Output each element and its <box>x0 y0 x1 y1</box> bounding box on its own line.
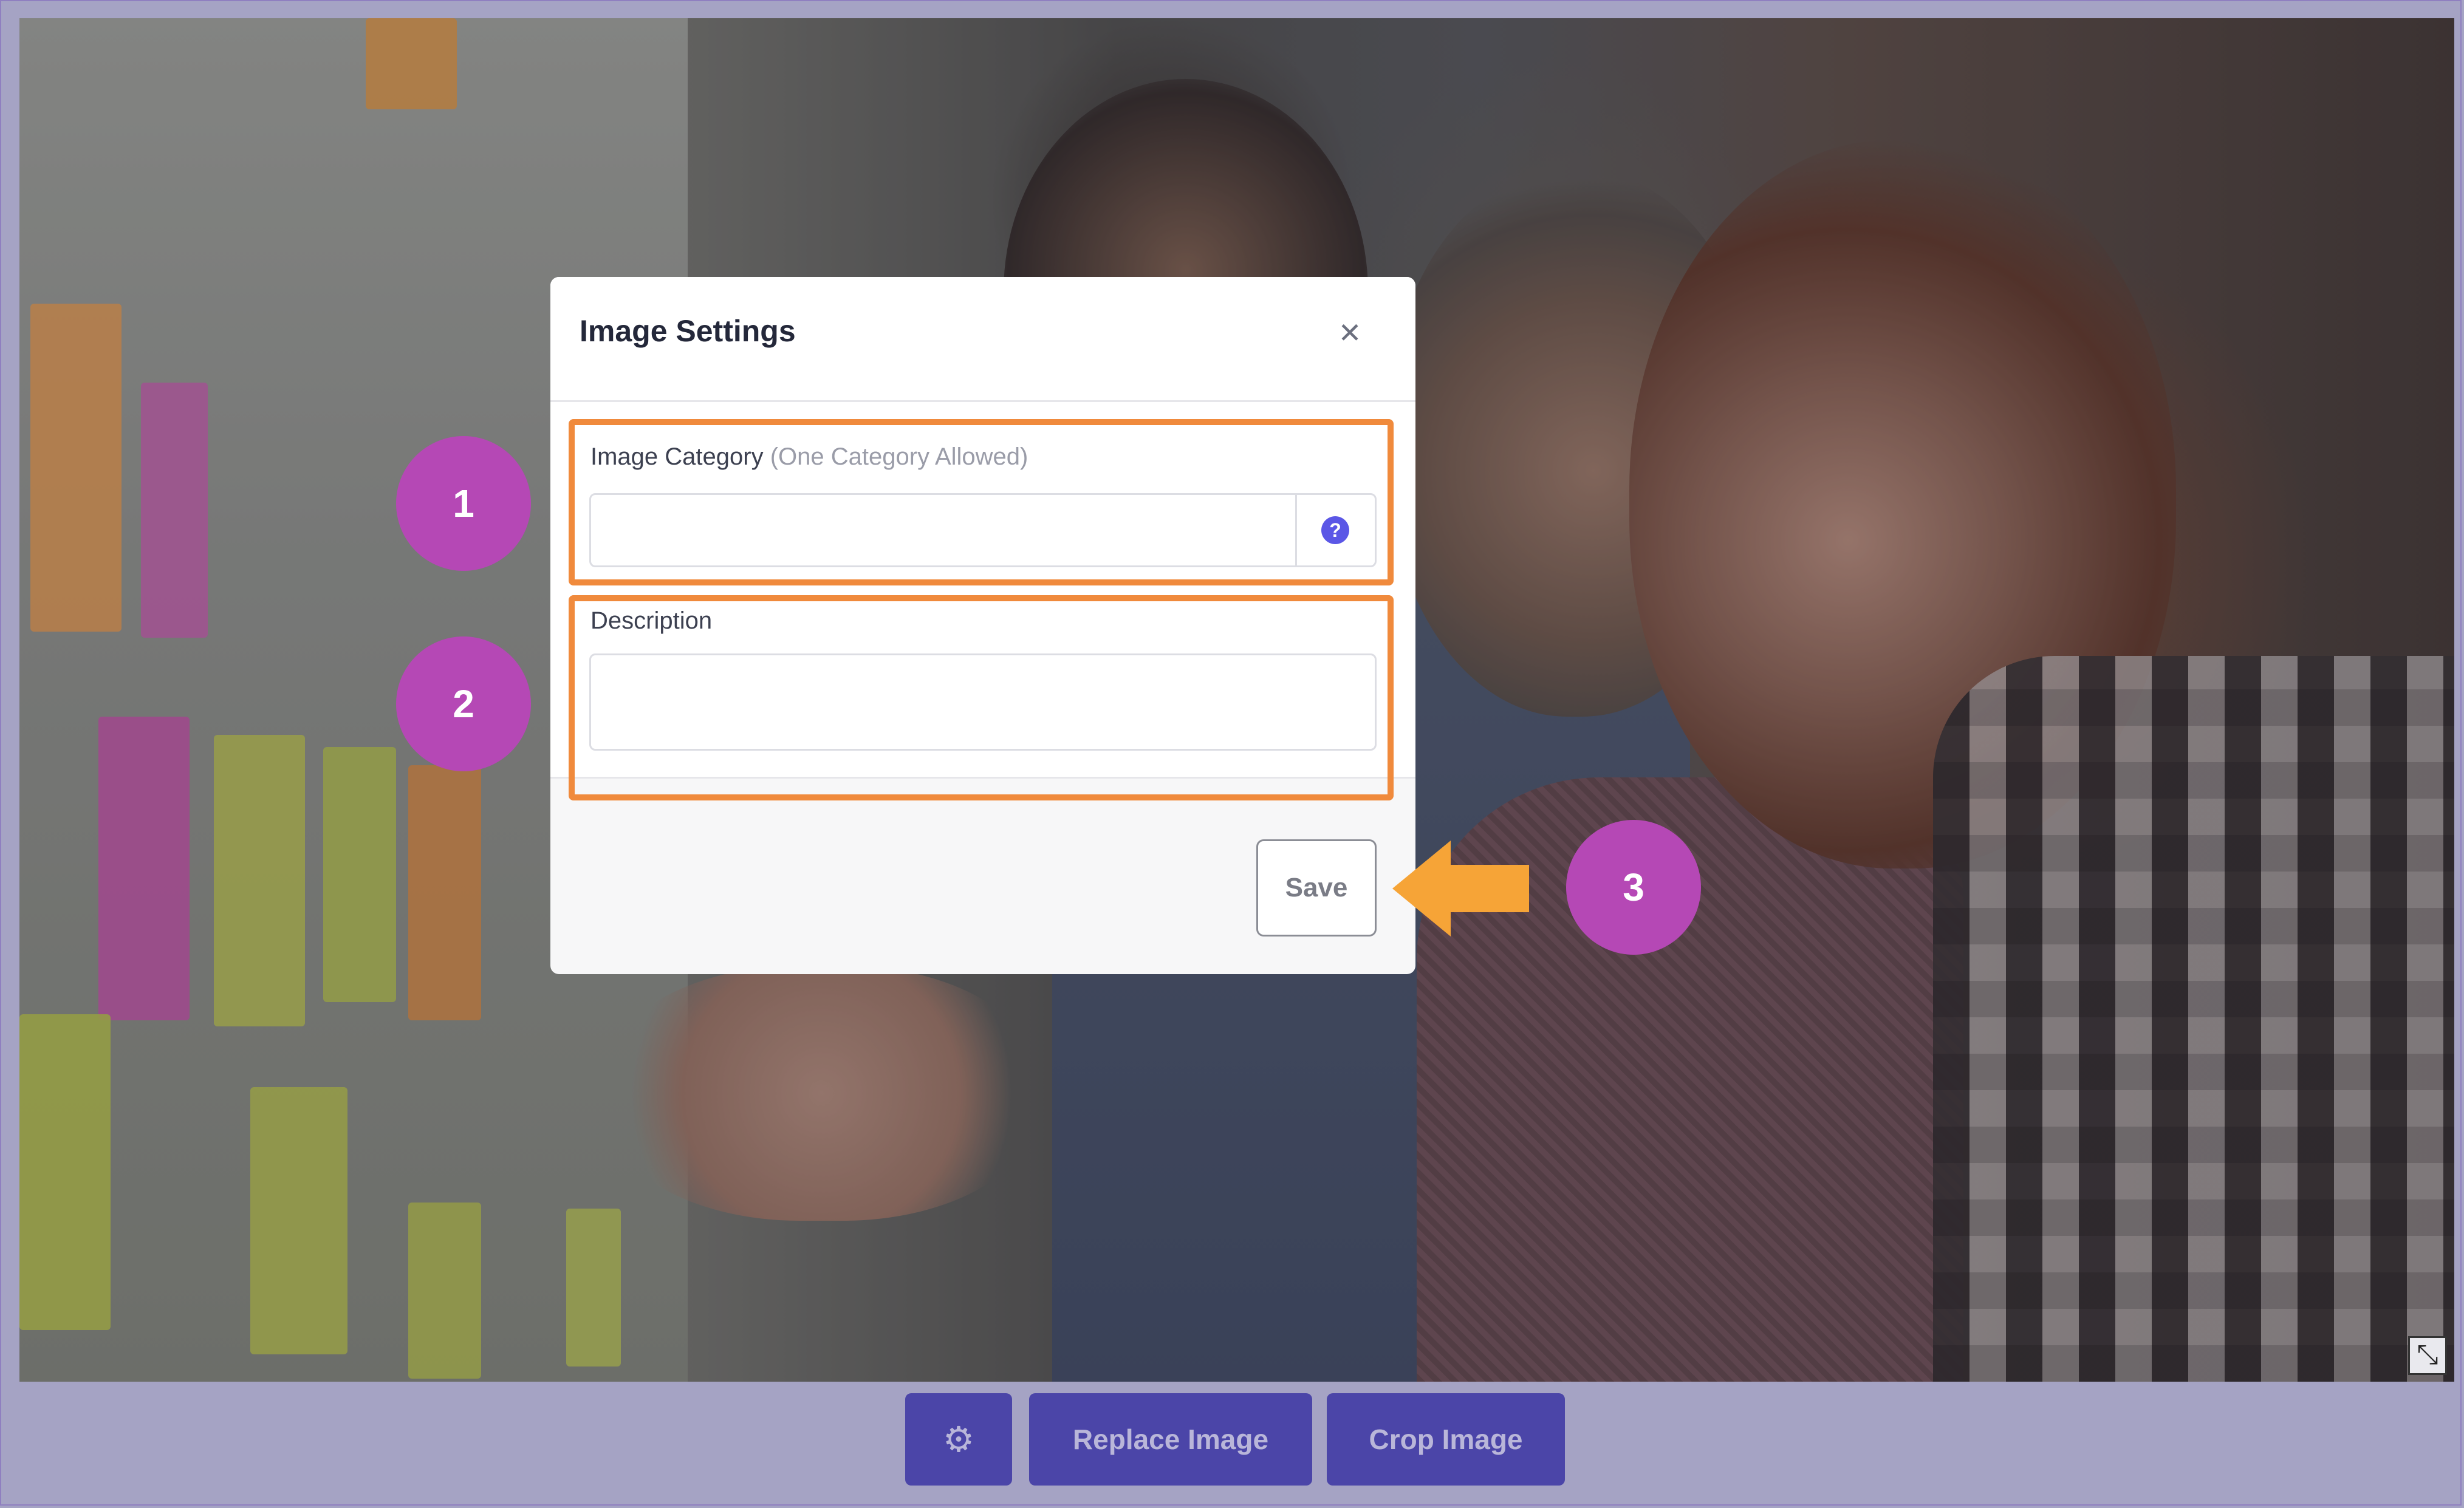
step-badge-3: 3 <box>1566 820 1701 955</box>
crop-image-button[interactable]: Crop Image <box>1327 1393 1565 1486</box>
dialog-title: Image Settings <box>580 314 796 348</box>
step-badge-2: 2 <box>396 636 531 771</box>
dialog-header: Image Settings ✕ <box>550 277 1415 402</box>
save-button-label: Save <box>1285 873 1348 902</box>
close-icon[interactable]: ✕ <box>1332 315 1368 351</box>
save-button[interactable]: Save <box>1256 839 1377 937</box>
gear-icon: ⚙ <box>943 1419 974 1460</box>
expand-icon[interactable]: ⤡ <box>2408 1336 2447 1375</box>
crop-image-label: Crop Image <box>1369 1424 1523 1455</box>
highlight-image-category <box>569 419 1394 585</box>
replace-image-button[interactable]: Replace Image <box>1029 1393 1312 1486</box>
replace-image-label: Replace Image <box>1072 1424 1269 1455</box>
step-badge-1: 1 <box>396 436 531 571</box>
arrow-left-icon <box>1392 841 1529 937</box>
highlight-description <box>569 595 1394 800</box>
image-settings-button[interactable]: ⚙ <box>905 1393 1012 1486</box>
